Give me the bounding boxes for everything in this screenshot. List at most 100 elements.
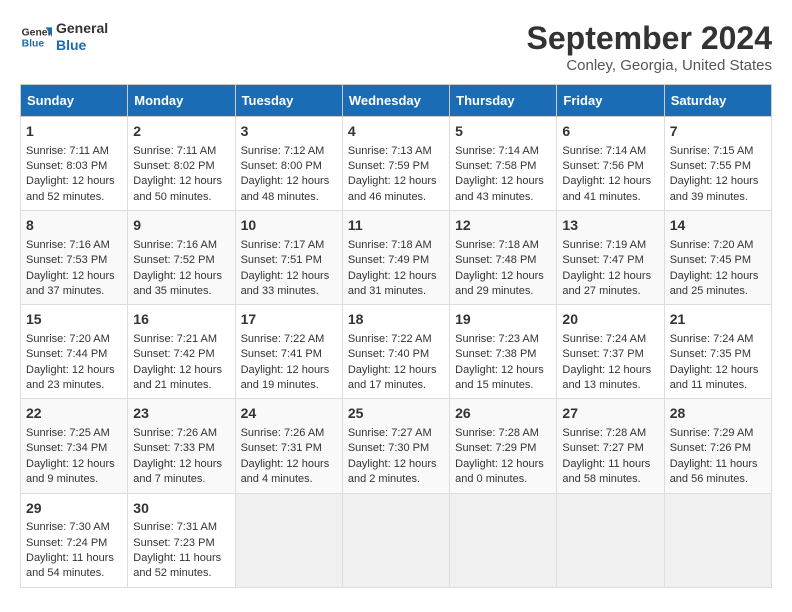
sunrise-text: Sunrise: 7:22 AM bbox=[348, 333, 432, 345]
daylight-text: Daylight: 12 hours and 39 minutes. bbox=[670, 175, 759, 202]
day-number: 10 bbox=[241, 216, 337, 236]
day-cell-18: 18 Sunrise: 7:22 AM Sunset: 7:40 PM Dayl… bbox=[342, 305, 449, 399]
sunset-text: Sunset: 7:38 PM bbox=[455, 348, 536, 360]
day-cell-29: 29 Sunrise: 7:30 AM Sunset: 7:24 PM Dayl… bbox=[21, 493, 128, 587]
weekday-header-sunday: Sunday bbox=[21, 85, 128, 117]
sunrise-text: Sunrise: 7:12 AM bbox=[241, 145, 325, 157]
sunrise-text: Sunrise: 7:28 AM bbox=[562, 427, 646, 439]
daylight-text: Daylight: 12 hours and 37 minutes. bbox=[26, 270, 115, 297]
sunrise-text: Sunrise: 7:15 AM bbox=[670, 145, 754, 157]
daylight-text: Daylight: 12 hours and 17 minutes. bbox=[348, 364, 437, 391]
daylight-text: Daylight: 12 hours and 33 minutes. bbox=[241, 270, 330, 297]
sunrise-text: Sunrise: 7:18 AM bbox=[348, 239, 432, 251]
sunrise-text: Sunrise: 7:17 AM bbox=[241, 239, 325, 251]
day-cell-7: 7 Sunrise: 7:15 AM Sunset: 7:55 PM Dayli… bbox=[664, 117, 771, 211]
day-cell-6: 6 Sunrise: 7:14 AM Sunset: 7:56 PM Dayli… bbox=[557, 117, 664, 211]
day-number: 4 bbox=[348, 122, 444, 142]
day-cell-4: 4 Sunrise: 7:13 AM Sunset: 7:59 PM Dayli… bbox=[342, 117, 449, 211]
weekday-header-saturday: Saturday bbox=[664, 85, 771, 117]
sunrise-text: Sunrise: 7:22 AM bbox=[241, 333, 325, 345]
daylight-text: Daylight: 12 hours and 13 minutes. bbox=[562, 364, 651, 391]
sunrise-text: Sunrise: 7:26 AM bbox=[133, 427, 217, 439]
day-number: 3 bbox=[241, 122, 337, 142]
weekday-header-monday: Monday bbox=[128, 85, 235, 117]
sunset-text: Sunset: 7:26 PM bbox=[670, 442, 751, 454]
sunset-text: Sunset: 7:44 PM bbox=[26, 348, 107, 360]
sunrise-text: Sunrise: 7:11 AM bbox=[26, 145, 109, 157]
sunset-text: Sunset: 7:27 PM bbox=[562, 442, 643, 454]
week-row-5: 29 Sunrise: 7:30 AM Sunset: 7:24 PM Dayl… bbox=[21, 493, 772, 587]
sunset-text: Sunset: 8:00 PM bbox=[241, 160, 322, 172]
day-cell-5: 5 Sunrise: 7:14 AM Sunset: 7:58 PM Dayli… bbox=[450, 117, 557, 211]
day-cell-17: 17 Sunrise: 7:22 AM Sunset: 7:41 PM Dayl… bbox=[235, 305, 342, 399]
day-cell-30: 30 Sunrise: 7:31 AM Sunset: 7:23 PM Dayl… bbox=[128, 493, 235, 587]
logo: General Blue General Blue bbox=[20, 20, 108, 54]
day-number: 11 bbox=[348, 216, 444, 236]
day-cell-2: 2 Sunrise: 7:11 AM Sunset: 8:02 PM Dayli… bbox=[128, 117, 235, 211]
sunrise-text: Sunrise: 7:16 AM bbox=[133, 239, 217, 251]
week-row-3: 15 Sunrise: 7:20 AM Sunset: 7:44 PM Dayl… bbox=[21, 305, 772, 399]
sunset-text: Sunset: 7:41 PM bbox=[241, 348, 322, 360]
day-number: 26 bbox=[455, 404, 551, 424]
day-number: 30 bbox=[133, 499, 229, 519]
sunrise-text: Sunrise: 7:16 AM bbox=[26, 239, 110, 251]
day-cell-28: 28 Sunrise: 7:29 AM Sunset: 7:26 PM Dayl… bbox=[664, 399, 771, 493]
sunset-text: Sunset: 7:29 PM bbox=[455, 442, 536, 454]
sunset-text: Sunset: 7:34 PM bbox=[26, 442, 107, 454]
day-number: 19 bbox=[455, 310, 551, 330]
sunrise-text: Sunrise: 7:28 AM bbox=[455, 427, 539, 439]
sunset-text: Sunset: 8:03 PM bbox=[26, 160, 107, 172]
logo-general: General bbox=[56, 20, 108, 37]
weekday-header-row: SundayMondayTuesdayWednesdayThursdayFrid… bbox=[21, 85, 772, 117]
daylight-text: Daylight: 12 hours and 27 minutes. bbox=[562, 270, 651, 297]
day-number: 25 bbox=[348, 404, 444, 424]
sunset-text: Sunset: 7:37 PM bbox=[562, 348, 643, 360]
month-title: September 2024 bbox=[527, 20, 772, 57]
sunset-text: Sunset: 7:31 PM bbox=[241, 442, 322, 454]
sunrise-text: Sunrise: 7:27 AM bbox=[348, 427, 432, 439]
sunset-text: Sunset: 7:47 PM bbox=[562, 254, 643, 266]
sunset-text: Sunset: 7:51 PM bbox=[241, 254, 322, 266]
daylight-text: Daylight: 12 hours and 46 minutes. bbox=[348, 175, 437, 202]
day-cell-25: 25 Sunrise: 7:27 AM Sunset: 7:30 PM Dayl… bbox=[342, 399, 449, 493]
sunrise-text: Sunrise: 7:14 AM bbox=[562, 145, 646, 157]
daylight-text: Daylight: 12 hours and 41 minutes. bbox=[562, 175, 651, 202]
day-cell-3: 3 Sunrise: 7:12 AM Sunset: 8:00 PM Dayli… bbox=[235, 117, 342, 211]
daylight-text: Daylight: 12 hours and 35 minutes. bbox=[133, 270, 222, 297]
day-number: 17 bbox=[241, 310, 337, 330]
location-title: Conley, Georgia, United States bbox=[527, 57, 772, 74]
daylight-text: Daylight: 12 hours and 11 minutes. bbox=[670, 364, 759, 391]
sunrise-text: Sunrise: 7:26 AM bbox=[241, 427, 325, 439]
day-cell-15: 15 Sunrise: 7:20 AM Sunset: 7:44 PM Dayl… bbox=[21, 305, 128, 399]
daylight-text: Daylight: 12 hours and 23 minutes. bbox=[26, 364, 115, 391]
weekday-header-tuesday: Tuesday bbox=[235, 85, 342, 117]
sunset-text: Sunset: 8:02 PM bbox=[133, 160, 214, 172]
day-cell-10: 10 Sunrise: 7:17 AM Sunset: 7:51 PM Dayl… bbox=[235, 211, 342, 305]
weekday-header-friday: Friday bbox=[557, 85, 664, 117]
sunrise-text: Sunrise: 7:21 AM bbox=[133, 333, 217, 345]
sunset-text: Sunset: 7:55 PM bbox=[670, 160, 751, 172]
logo-icon: General Blue bbox=[20, 21, 52, 53]
sunset-text: Sunset: 7:42 PM bbox=[133, 348, 214, 360]
day-cell-1: 1 Sunrise: 7:11 AM Sunset: 8:03 PM Dayli… bbox=[21, 117, 128, 211]
sunset-text: Sunset: 7:35 PM bbox=[670, 348, 751, 360]
calendar-table: SundayMondayTuesdayWednesdayThursdayFrid… bbox=[20, 84, 772, 588]
week-row-4: 22 Sunrise: 7:25 AM Sunset: 7:34 PM Dayl… bbox=[21, 399, 772, 493]
day-cell-22: 22 Sunrise: 7:25 AM Sunset: 7:34 PM Dayl… bbox=[21, 399, 128, 493]
logo-blue: Blue bbox=[56, 37, 108, 54]
daylight-text: Daylight: 12 hours and 43 minutes. bbox=[455, 175, 544, 202]
day-cell-9: 9 Sunrise: 7:16 AM Sunset: 7:52 PM Dayli… bbox=[128, 211, 235, 305]
sunset-text: Sunset: 7:45 PM bbox=[670, 254, 751, 266]
sunset-text: Sunset: 7:40 PM bbox=[348, 348, 429, 360]
daylight-text: Daylight: 11 hours and 56 minutes. bbox=[670, 458, 758, 485]
sunrise-text: Sunrise: 7:18 AM bbox=[455, 239, 539, 251]
empty-cell bbox=[557, 493, 664, 587]
day-number: 2 bbox=[133, 122, 229, 142]
sunrise-text: Sunrise: 7:20 AM bbox=[26, 333, 110, 345]
sunrise-text: Sunrise: 7:14 AM bbox=[455, 145, 539, 157]
week-row-2: 8 Sunrise: 7:16 AM Sunset: 7:53 PM Dayli… bbox=[21, 211, 772, 305]
sunset-text: Sunset: 7:58 PM bbox=[455, 160, 536, 172]
daylight-text: Daylight: 12 hours and 0 minutes. bbox=[455, 458, 544, 485]
sunset-text: Sunset: 7:53 PM bbox=[26, 254, 107, 266]
sunset-text: Sunset: 7:56 PM bbox=[562, 160, 643, 172]
